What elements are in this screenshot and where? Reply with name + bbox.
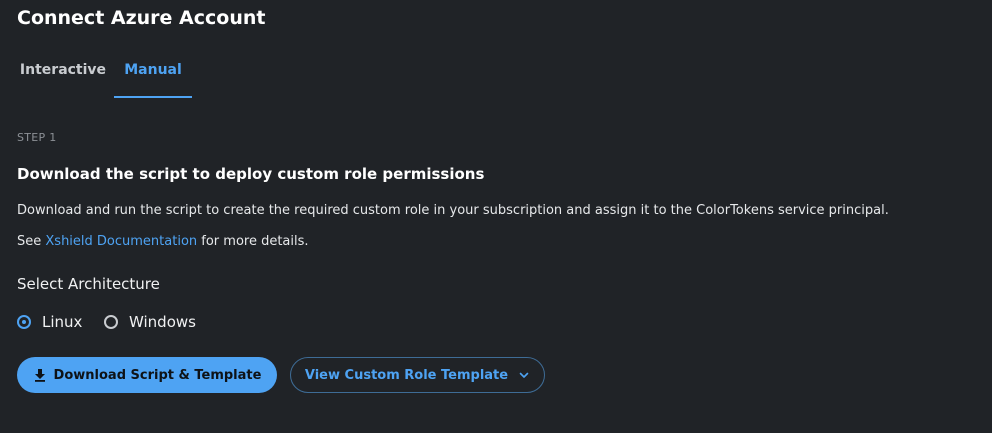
radio-checked-icon[interactable] [17,315,31,329]
radio-linux-label: Linux [42,313,83,331]
download-script-button[interactable]: Download Script & Template [17,357,277,393]
step-description: Download and run the script to create th… [17,203,889,218]
radio-unchecked-icon[interactable] [104,315,118,329]
step-label: STEP 1 [17,131,57,144]
radio-windows-label: Windows [129,313,196,331]
step-heading: Download the script to deploy custom rol… [17,165,485,183]
documentation-note: See Xshield Documentation for more detai… [17,234,309,249]
see-prefix: See [17,234,46,249]
architecture-label: Select Architecture [17,275,160,293]
dialog-title: Connect Azure Account [17,7,266,29]
documentation-link[interactable]: Xshield Documentation [45,234,197,249]
radio-linux[interactable]: Linux [17,311,82,333]
tab-manual[interactable]: Manual [114,54,192,98]
chevron-down-icon [519,372,529,378]
download-icon [34,369,45,382]
tab-interactive[interactable]: Interactive [14,54,112,98]
view-custom-role-template-label: View Custom Role Template [304,367,509,383]
view-custom-role-template-button[interactable]: View Custom Role Template [290,357,545,393]
see-suffix: for more details. [197,234,309,249]
download-script-label: Download Script & Template [53,367,262,383]
radio-windows[interactable]: Windows [104,311,196,333]
